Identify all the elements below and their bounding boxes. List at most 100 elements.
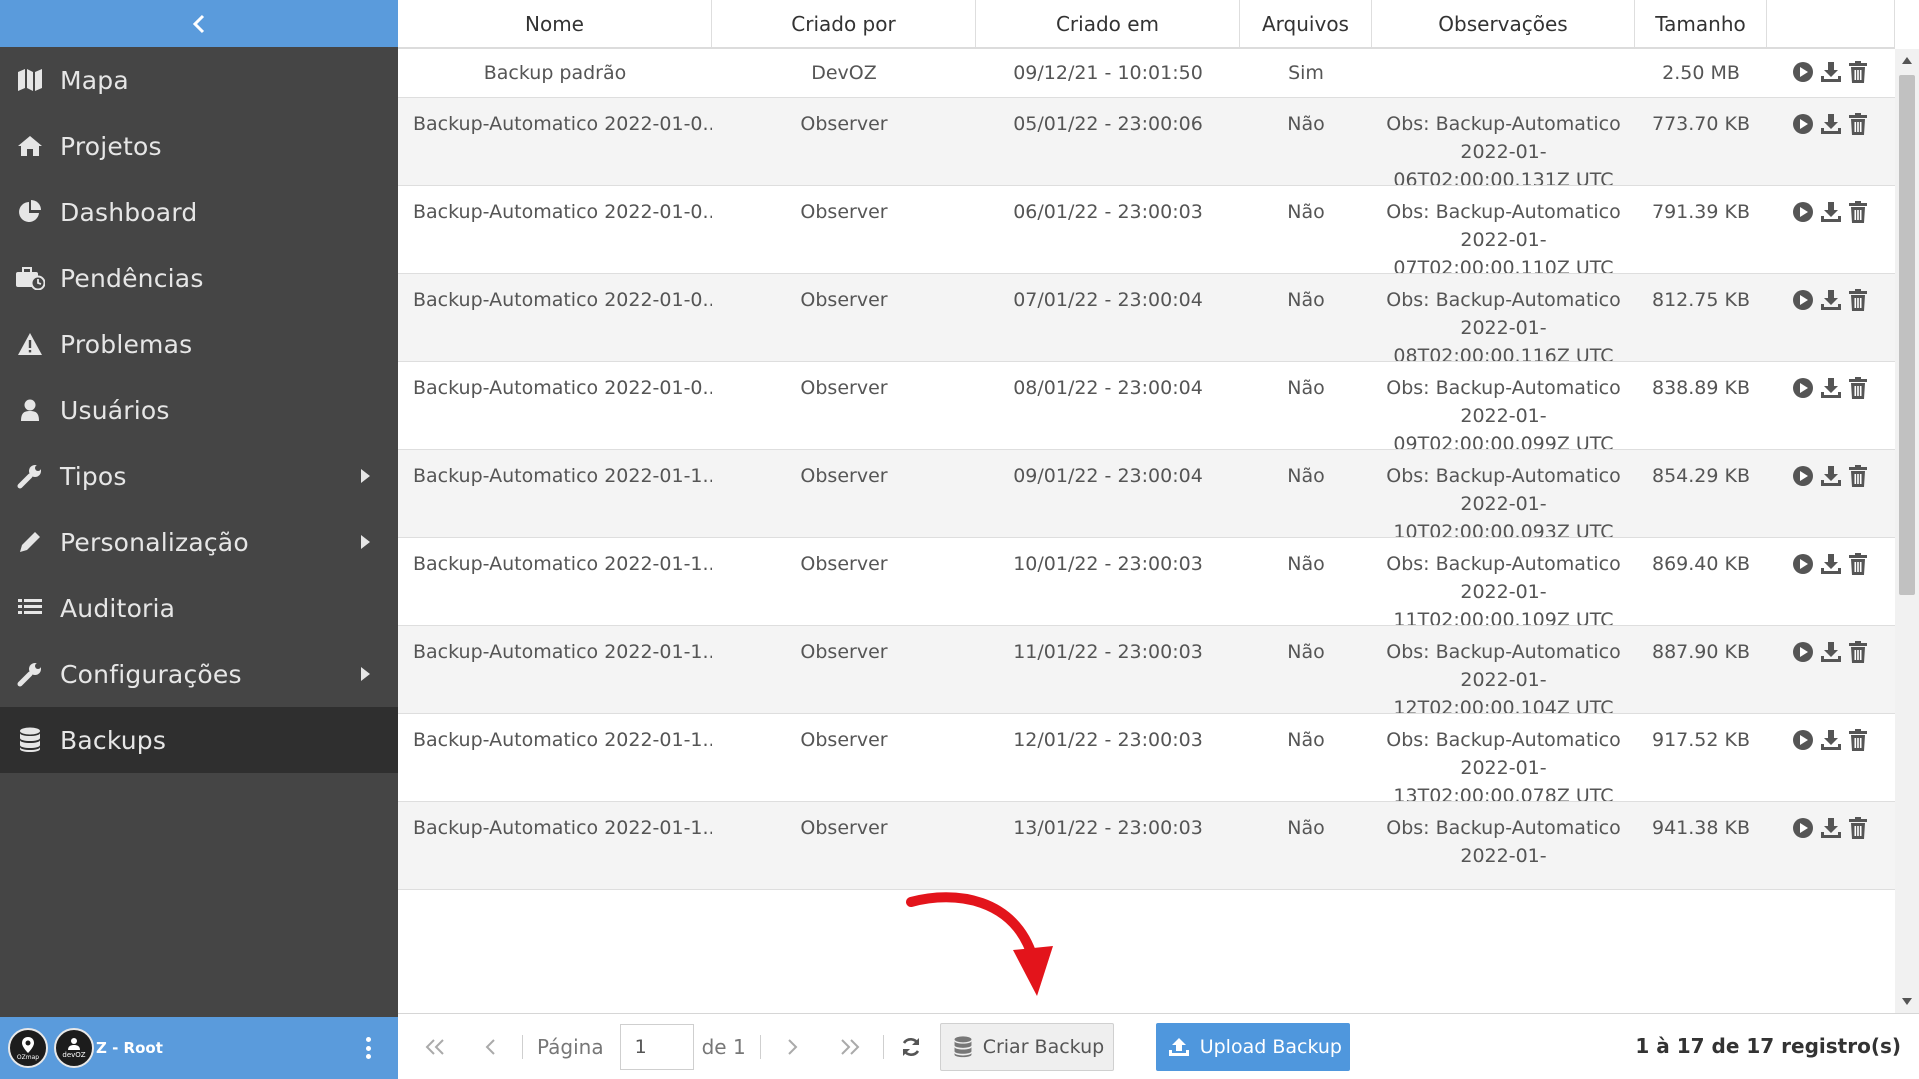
play-icon[interactable] — [1791, 200, 1815, 224]
scroll-up-arrow-icon[interactable] — [1902, 57, 1912, 64]
trash-icon[interactable] — [1847, 288, 1871, 312]
cell-created-by: Observer — [800, 553, 888, 575]
sidebar-item-label: Backups — [60, 725, 167, 755]
download-icon[interactable] — [1819, 728, 1843, 752]
cell-name: Backup-Automatico 2022-01-0... — [413, 289, 712, 311]
caret-right-icon — [361, 469, 370, 483]
cell-files: Sim — [1288, 62, 1324, 84]
download-icon[interactable] — [1819, 112, 1843, 136]
download-icon[interactable] — [1819, 640, 1843, 664]
cell-created-at: 11/01/22 - 23:00:03 — [1013, 641, 1203, 663]
sidebar-item-pendencias[interactable]: Pendências — [0, 245, 398, 311]
play-icon[interactable] — [1791, 640, 1815, 664]
page-total-label: de 1 — [701, 1034, 746, 1059]
sidebar-item-mapa[interactable]: Mapa — [0, 47, 398, 113]
trash-icon[interactable] — [1847, 640, 1871, 664]
column-header-criado-por[interactable]: Criado por — [712, 0, 976, 47]
download-icon[interactable] — [1819, 200, 1843, 224]
column-header-nome[interactable]: Nome — [398, 0, 712, 47]
vertical-scrollbar[interactable] — [1895, 49, 1919, 1013]
devoz-logo[interactable]: devOZ — [54, 1028, 94, 1068]
table-row[interactable]: Backup padrão DevOZ 09/12/21 - 10:01:50 Sim… — [398, 49, 1895, 98]
refresh-icon[interactable] — [898, 1036, 924, 1058]
sidebar-item-personalizacao[interactable]: Personalização — [0, 509, 398, 575]
column-header-observacoes[interactable]: Observações — [1372, 0, 1635, 47]
play-icon[interactable] — [1791, 552, 1815, 576]
cell-name: Backup-Automatico 2022-01-0... — [413, 113, 712, 135]
cell-files: Não — [1287, 729, 1325, 751]
trash-icon[interactable] — [1847, 728, 1871, 752]
sidebar-item-projetos[interactable]: Projetos — [0, 113, 398, 179]
cell-size: 917.52 KB — [1651, 729, 1750, 751]
sidebar-item-auditoria[interactable]: Auditoria — [0, 575, 398, 641]
sidebar-footer: OZmap devOZ Z - Root — [0, 1017, 398, 1079]
scroll-down-arrow-icon[interactable] — [1902, 998, 1912, 1005]
trash-icon[interactable] — [1847, 60, 1871, 84]
trash-icon[interactable] — [1847, 816, 1871, 840]
ozmap-logo[interactable]: OZmap — [8, 1028, 48, 1068]
sidebar-item-problemas[interactable]: Problemas — [0, 311, 398, 377]
page-number-input[interactable] — [619, 1023, 694, 1070]
play-icon[interactable] — [1791, 376, 1815, 400]
table-row[interactable]: Backup-Automatico 2022-01-1... Observer 09… — [398, 450, 1895, 538]
upload-backup-button[interactable]: Upload Backup — [1155, 1022, 1350, 1071]
sidebar-item-label: Problemas — [60, 329, 193, 359]
cell-size: 791.39 KB — [1651, 201, 1750, 223]
table-row[interactable]: Backup-Automatico 2022-01-0... Observer 05… — [398, 98, 1895, 186]
sidebar-item-configuracoes[interactable]: Configurações — [0, 641, 398, 707]
sidebar-item-label: Mapa — [60, 65, 129, 95]
sidebar-item-backups[interactable]: Backups — [0, 707, 398, 773]
cell-observations: Obs: Backup-Automatico 2022-01-13T02:00:… — [1386, 729, 1621, 801]
column-header-tamanho[interactable]: Tamanho — [1635, 0, 1767, 47]
sidebar-item-usuarios[interactable]: Usuários — [0, 377, 398, 443]
cell-observations: Obs: Backup-Automatico 2022-01-09T02:00:… — [1386, 377, 1621, 449]
play-icon[interactable] — [1791, 464, 1815, 488]
trash-icon[interactable] — [1847, 464, 1871, 488]
chevron-right-icon[interactable] — [783, 1038, 803, 1056]
table-row[interactable]: Backup-Automatico 2022-01-0... Observer 08… — [398, 362, 1895, 450]
sidebar-collapse-button[interactable] — [0, 0, 398, 47]
table-row[interactable]: Backup-Automatico 2022-01-1... Observer 10… — [398, 538, 1895, 626]
play-icon[interactable] — [1791, 816, 1815, 840]
cell-created-by: Observer — [800, 201, 888, 223]
download-icon[interactable] — [1819, 60, 1843, 84]
download-icon[interactable] — [1819, 552, 1843, 576]
double-chevron-left-icon[interactable] — [420, 1038, 450, 1056]
cell-name: Backup-Automatico 2022-01-0... — [413, 201, 712, 223]
cell-created-by: DevOZ — [811, 62, 877, 84]
trash-icon[interactable] — [1847, 376, 1871, 400]
create-backup-button[interactable]: Criar Backup — [939, 1022, 1114, 1071]
sidebar-item-tipos[interactable]: Tipos — [0, 443, 398, 509]
scrollbar-thumb[interactable] — [1899, 75, 1915, 595]
table-row[interactable]: Backup-Automatico 2022-01-0... Observer 06… — [398, 186, 1895, 274]
play-icon[interactable] — [1791, 60, 1815, 84]
play-icon[interactable] — [1791, 112, 1815, 136]
cell-size: 887.90 KB — [1651, 641, 1750, 663]
row-actions — [1767, 626, 1895, 713]
cell-name: Backup padrão — [483, 62, 627, 84]
chevron-left-icon[interactable] — [480, 1038, 500, 1056]
trash-icon[interactable] — [1847, 112, 1871, 136]
cell-size: 838.89 KB — [1651, 377, 1750, 399]
row-actions — [1767, 802, 1895, 889]
trash-icon[interactable] — [1847, 200, 1871, 224]
play-icon[interactable] — [1791, 288, 1815, 312]
table-row[interactable]: Backup-Automatico 2022-01-1... Observer 13… — [398, 802, 1895, 890]
table-row[interactable]: Backup-Automatico 2022-01-0... Observer 07… — [398, 274, 1895, 362]
download-icon[interactable] — [1819, 464, 1843, 488]
table-row[interactable]: Backup-Automatico 2022-01-1... Observer 11… — [398, 626, 1895, 714]
sidebar-item-dashboard[interactable]: Dashboard — [0, 179, 398, 245]
cell-files: Não — [1287, 113, 1325, 135]
database-icon — [954, 1035, 972, 1057]
column-header-criado-em[interactable]: Criado em — [976, 0, 1240, 47]
double-chevron-right-icon[interactable] — [835, 1038, 865, 1056]
kebab-menu-icon[interactable] — [366, 1037, 372, 1059]
trash-icon[interactable] — [1847, 552, 1871, 576]
cell-size: 869.40 KB — [1651, 553, 1750, 575]
table-row[interactable]: Backup-Automatico 2022-01-1... Observer 12… — [398, 714, 1895, 802]
download-icon[interactable] — [1819, 376, 1843, 400]
play-icon[interactable] — [1791, 728, 1815, 752]
download-icon[interactable] — [1819, 288, 1843, 312]
column-header-arquivos[interactable]: Arquivos — [1240, 0, 1372, 47]
download-icon[interactable] — [1819, 816, 1843, 840]
